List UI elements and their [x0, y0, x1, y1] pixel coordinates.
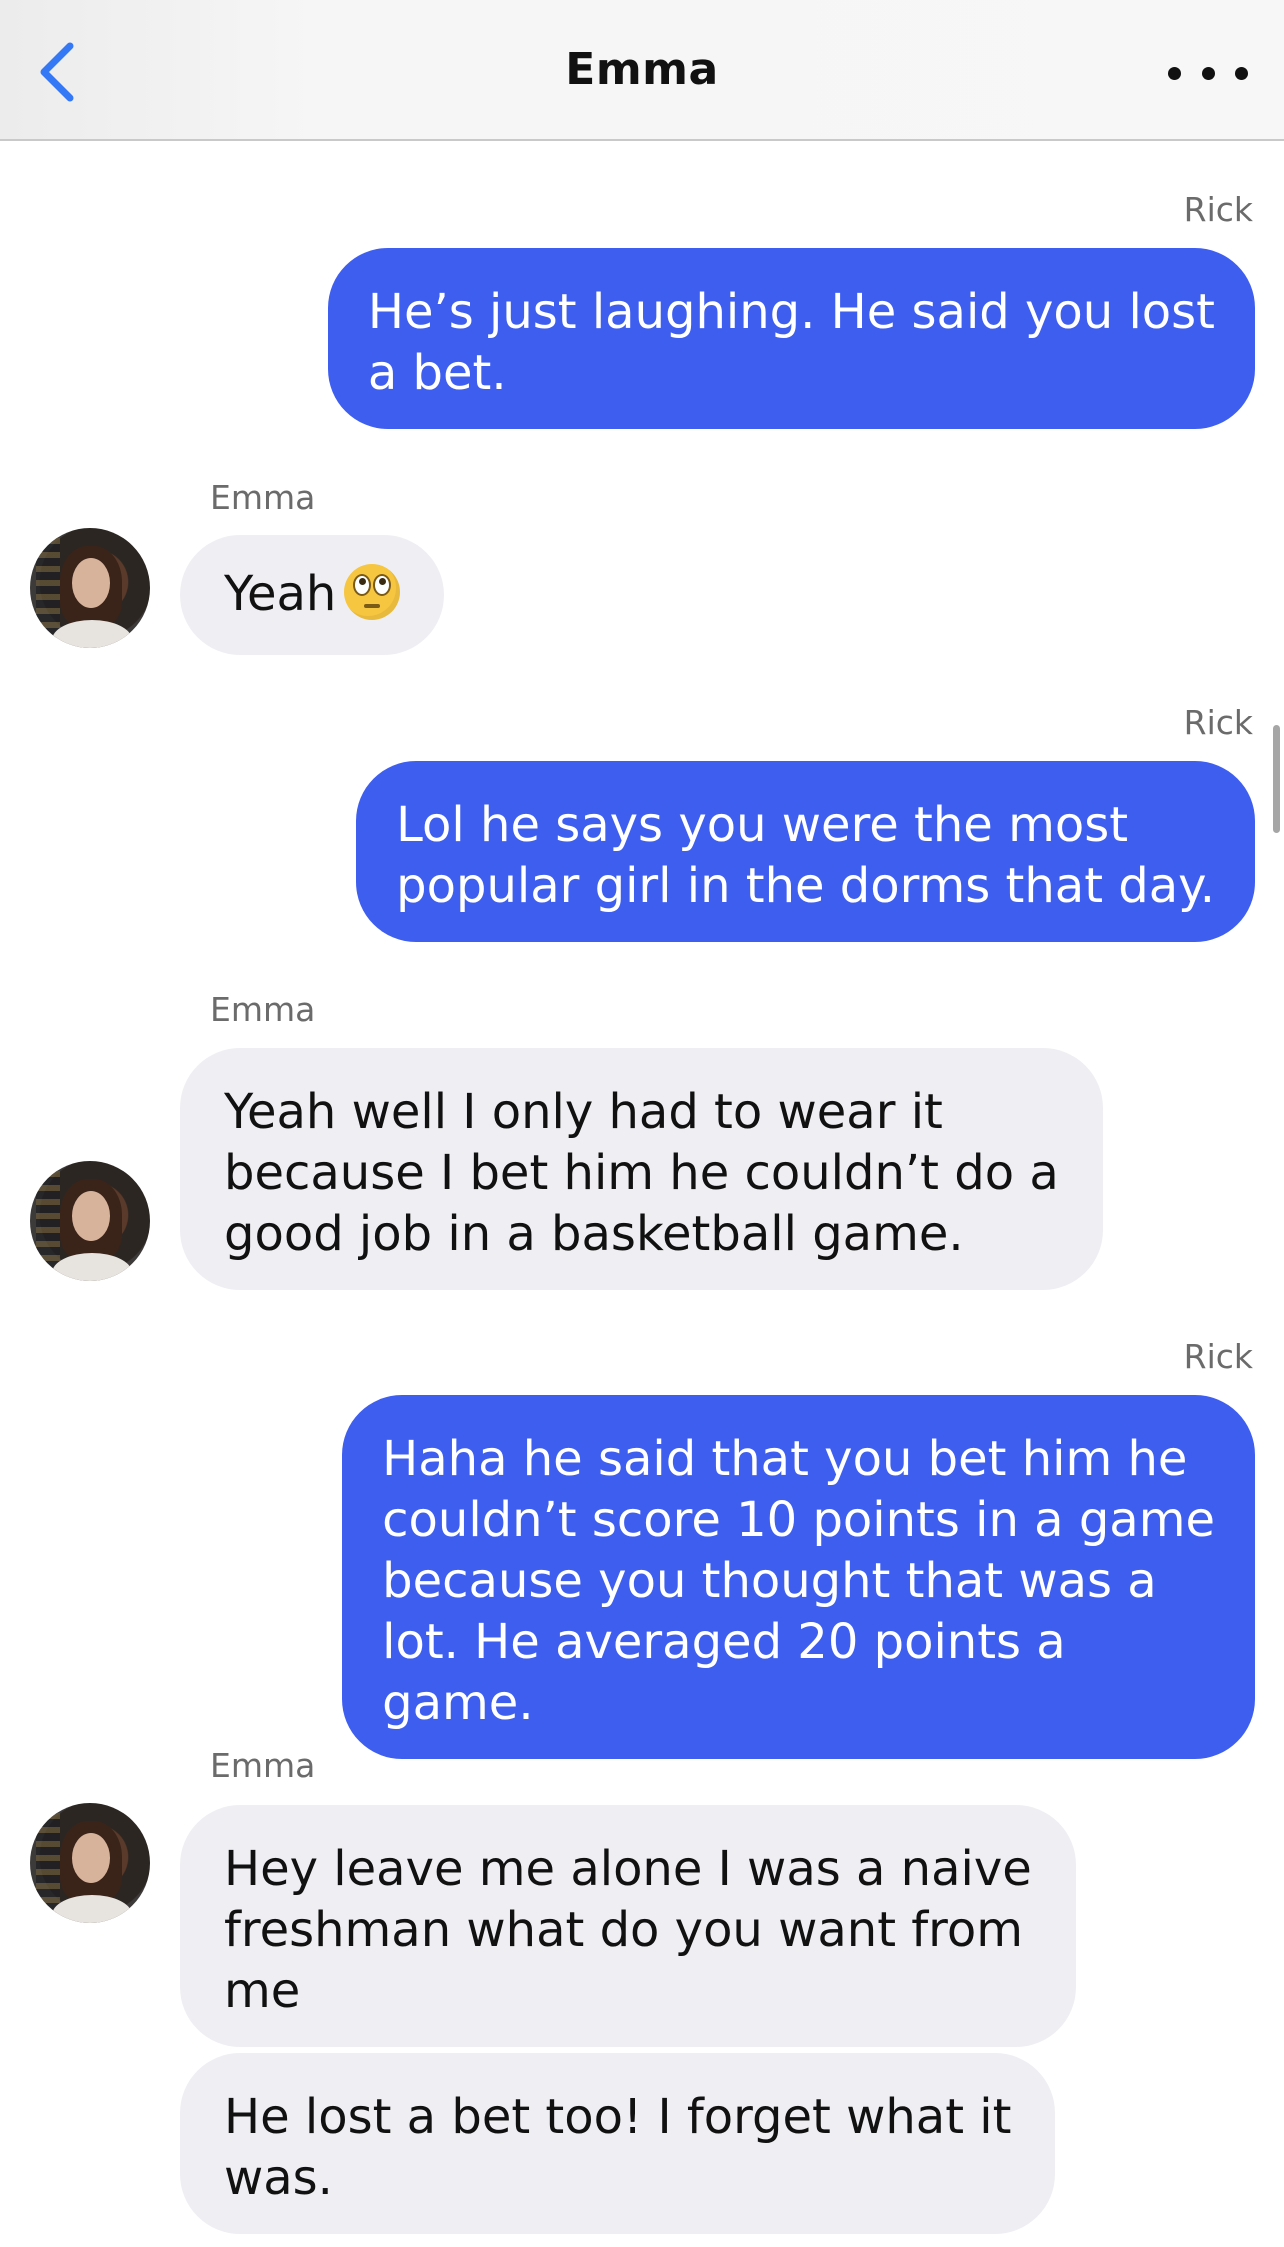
message-line: lot. He averaged 20 points a [382, 1614, 1066, 1670]
message-line: He lost a bet too! I forget what it [224, 2089, 1012, 2145]
sender-name: Rick [1183, 1337, 1253, 1376]
conversation-title: Emma [565, 44, 719, 95]
message-line: freshman what do you want from [224, 1902, 1023, 1958]
incoming-message-bubble[interactable]: Hey leave me alone I was a naive freshma… [180, 1805, 1076, 2047]
incoming-message-bubble[interactable]: Yeah [180, 535, 445, 655]
message-line: Haha he said that you bet him he [382, 1431, 1188, 1487]
message-line: a bet. [367, 345, 507, 401]
message-line: because I bet him he couldn’t do a [224, 1145, 1059, 1201]
message-line: me [224, 1963, 301, 2019]
outgoing-message-bubble[interactable]: Lol he says you were the most popular gi… [356, 761, 1255, 942]
sender-name: Rick [1183, 703, 1253, 742]
message-line: popular girl in the dorms that day. [396, 858, 1215, 914]
message-line: was. [224, 2150, 333, 2206]
message-line: Lol he says you were the most [396, 797, 1129, 853]
message-line: Hey leave me alone I was a naive [224, 1841, 1032, 1897]
sender-name: Emma [210, 478, 316, 517]
message-line: Yeah [224, 566, 337, 622]
outgoing-message-bubble[interactable]: He’s just laughing. He said you lost a b… [327, 248, 1255, 429]
sender-name: Emma [210, 990, 316, 1029]
scrollbar[interactable] [1273, 725, 1280, 833]
rolling-eyes-emoji-icon [344, 564, 401, 620]
avatar[interactable] [30, 1161, 150, 1281]
ellipsis-icon [1168, 66, 1181, 80]
avatar[interactable] [30, 528, 150, 648]
sender-name: Rick [1183, 190, 1253, 229]
message-line: game. [382, 1675, 534, 1731]
message-line: couldn’t score 10 points in a game [382, 1492, 1215, 1548]
sender-name: Emma [210, 1746, 316, 1785]
message-line: because you thought that was a [382, 1553, 1157, 1609]
more-options-button[interactable] [1168, 48, 1248, 98]
incoming-message-bubble[interactable]: Yeah well I only had to wear it because … [180, 1048, 1103, 1290]
message-line: He’s just laughing. He said you lost [367, 284, 1215, 340]
message-line: good job in a basketball game. [224, 1206, 964, 1262]
message-line: Yeah well I only had to wear it [224, 1084, 943, 1140]
incoming-message-bubble[interactable]: He lost a bet too! I forget what it was. [180, 2053, 1056, 2234]
outgoing-message-bubble[interactable]: Haha he said that you bet him he couldn’… [342, 1395, 1255, 1759]
ellipsis-icon [1201, 66, 1215, 80]
avatar[interactable] [30, 1803, 150, 1923]
navigation-bar: Emma [0, 0, 1284, 141]
ellipsis-icon [1235, 66, 1248, 80]
